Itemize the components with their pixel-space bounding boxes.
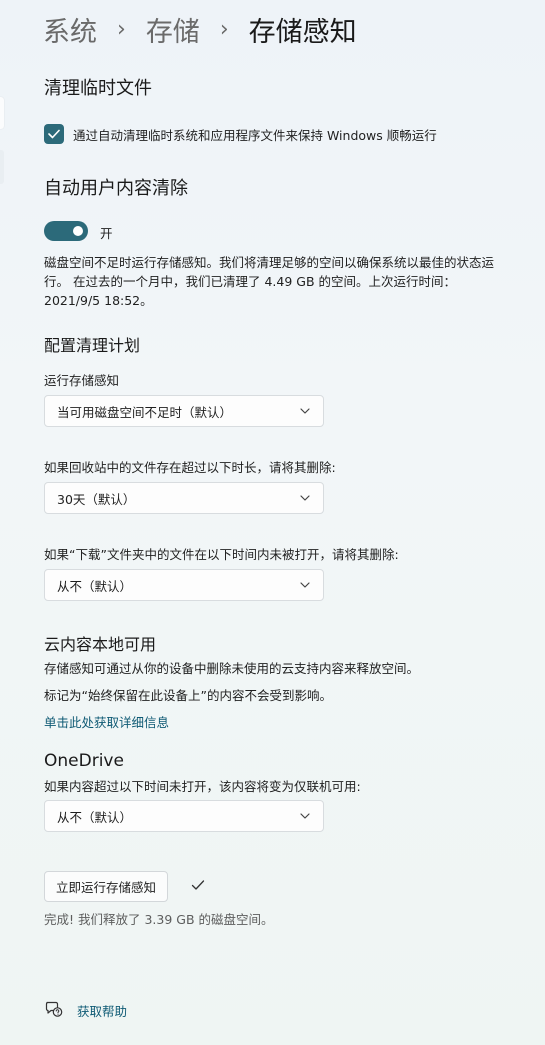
chevron-right-icon: › [117, 17, 126, 42]
chevron-down-icon [299, 579, 311, 591]
help-icon [44, 999, 64, 1019]
cloud-content-line1: 存储感知可通过从你的设备中删除未使用的云支持内容来释放空间。 [44, 661, 420, 676]
breadcrumb: 系统 › 存储 › 存储感知 [43, 10, 357, 49]
page-title: 存储感知 [248, 17, 357, 48]
dropdown-value: 从不（默认） [57, 578, 133, 594]
run-storage-sense-now-button[interactable]: 立即运行存储感知 [44, 871, 169, 902]
checkmark-icon [190, 877, 206, 893]
schedule-heading: 配置清理计划 [44, 336, 141, 355]
recycle-bin-label: 如果回收站中的文件存在超过以下时长，请将其删除: [44, 460, 336, 475]
dropdown-value: 30天（默认） [57, 491, 136, 507]
dropdown-value: 当可用磁盘空间不足时（默认） [57, 404, 233, 420]
window-edge-tab [0, 97, 4, 129]
run-result-text: 完成! 我们释放了 3.39 GB 的磁盘空间。 [44, 912, 274, 927]
onedrive-dropdown[interactable]: 从不（默认） [44, 800, 324, 832]
breadcrumb-item-storage[interactable]: 存储 [146, 10, 200, 49]
downloads-label: 如果“下载”文件夹中的文件在以下时间内未被打开，请将其删除: [44, 547, 399, 562]
cloud-content-line2: 标记为“始终保留在此设备上”的内容不会受到影响。 [44, 688, 332, 703]
run-storage-sense-label: 运行存储感知 [44, 373, 120, 388]
auto-clean-toggle-state: 开 [100, 226, 113, 241]
auto-clean-toggle[interactable] [44, 221, 88, 241]
auto-clean-heading: 自动用户内容清除 [44, 178, 188, 199]
breadcrumb-item-system[interactable]: 系统 [43, 10, 97, 49]
cloud-content-heading: 云内容本地可用 [44, 635, 157, 654]
toggle-knob [73, 226, 83, 236]
temp-files-checkbox-label: 通过自动清理临时系统和应用程序文件来保持 Windows 顺畅运行 [73, 128, 437, 143]
dropdown-value: 从不（默认） [57, 809, 133, 825]
learn-more-link[interactable]: 单击此处获取详细信息 [44, 712, 169, 731]
checkmark-icon [48, 129, 60, 139]
chevron-down-icon [299, 810, 311, 822]
window-edge-tab [0, 150, 4, 184]
chevron-right-icon: › [219, 17, 229, 42]
run-storage-sense-dropdown[interactable]: 当可用磁盘空间不足时（默认） [44, 395, 324, 427]
recycle-bin-dropdown[interactable]: 30天（默认） [44, 482, 324, 514]
temp-files-heading: 清理临时文件 [44, 78, 152, 99]
temp-files-checkbox[interactable] [44, 124, 64, 144]
get-help-link[interactable]: 获取帮助 [77, 1001, 127, 1020]
downloads-dropdown[interactable]: 从不（默认） [44, 569, 324, 601]
onedrive-label: 如果内容超过以下时间未打开，该内容将变为仅联机可用: [44, 779, 361, 794]
onedrive-heading: OneDrive [44, 751, 124, 771]
auto-clean-description: 磁盘空间不足时运行存储感知。我们将清理足够的空间以确保系统以最佳的状态运行。 在… [44, 255, 495, 308]
chevron-down-icon [299, 405, 311, 417]
chevron-down-icon [299, 492, 311, 504]
